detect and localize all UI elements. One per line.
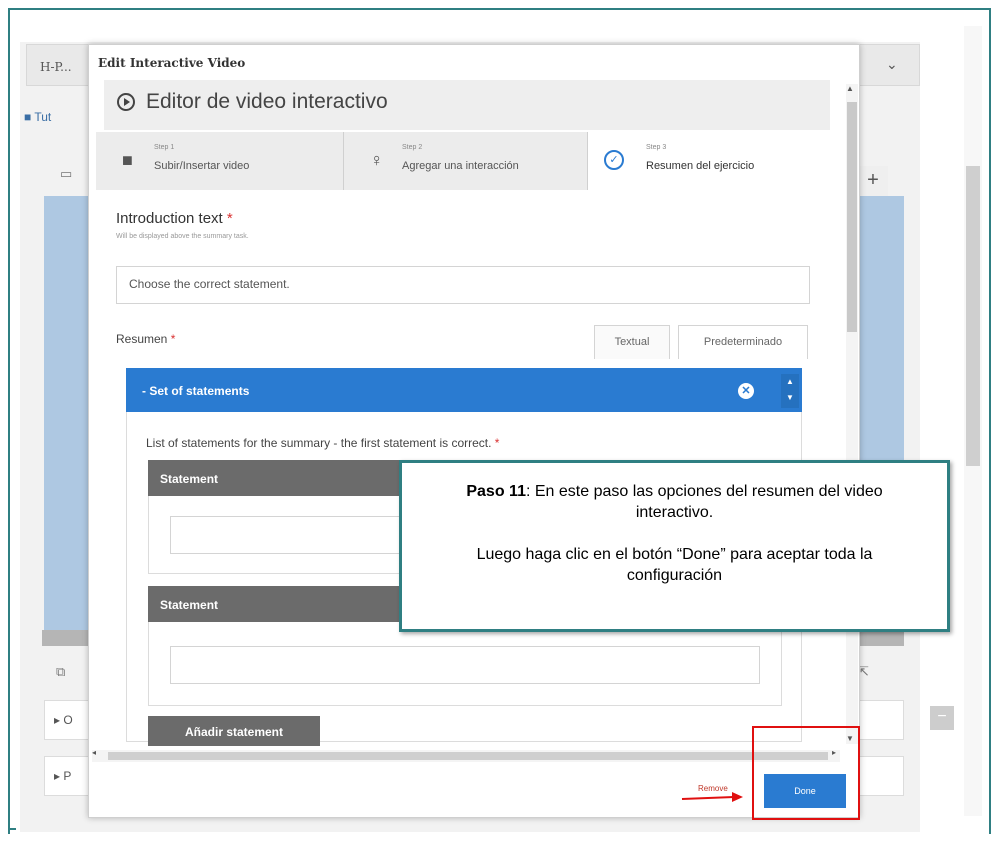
tab-step-interaction[interactable]: ♀ Step 2 Agregar una interacción bbox=[344, 132, 588, 190]
callout-line-2: Luego haga clic en el botón “Done” para … bbox=[476, 546, 873, 584]
required-mark: * bbox=[170, 332, 176, 346]
statement-label: Statement bbox=[160, 472, 219, 486]
scroll-up-icon[interactable]: ▲ bbox=[846, 84, 854, 93]
play-circle-icon bbox=[117, 93, 135, 111]
resumen-label-text: Resumen bbox=[116, 332, 168, 346]
statements-description: List of statements for the summary - the… bbox=[146, 436, 499, 450]
page-scrollbar-thumb[interactable] bbox=[966, 166, 980, 466]
remove-circle-icon[interactable]: ✕ bbox=[738, 383, 754, 399]
dialog-title: Edit Interactive Video bbox=[98, 56, 246, 70]
statements-description-text: List of statements for the summary - the… bbox=[146, 436, 492, 450]
instruction-callout: Paso 11: En este paso las opciones del r… bbox=[399, 460, 950, 632]
step-label: Subir/Insertar video bbox=[154, 160, 250, 172]
tab-textual[interactable]: Textual bbox=[594, 325, 670, 359]
callout-gap bbox=[432, 523, 917, 544]
callout-line-1: : En este paso las opciones del resumen … bbox=[525, 483, 883, 521]
set-of-statements-title[interactable]: - Set of statements bbox=[142, 384, 249, 398]
background-edit-icon: ▭ bbox=[60, 166, 73, 181]
arrow-right-icon bbox=[681, 792, 743, 802]
lightbulb-icon: ♀ bbox=[370, 150, 384, 170]
intro-text-input[interactable]: Choose the correct statement. bbox=[116, 266, 810, 304]
step-label: Resumen del ejercicio bbox=[646, 160, 755, 172]
intro-text-label: Introduction text * bbox=[116, 210, 233, 227]
step-number: Step 1 bbox=[154, 144, 175, 151]
background-row-text: O bbox=[63, 713, 73, 727]
tab-predeterminado[interactable]: Predeterminado bbox=[678, 325, 808, 359]
background-copy-icon: ⧉ bbox=[56, 664, 66, 679]
required-mark: * bbox=[226, 210, 233, 227]
callout-step-label: Paso 11 bbox=[466, 483, 526, 500]
step-label: Agregar una interacción bbox=[402, 160, 519, 172]
resumen-label: Resumen * bbox=[116, 332, 175, 346]
tab-step-upload[interactable]: ■ Step 1 Subir/Insertar video bbox=[96, 132, 344, 190]
add-icon[interactable]: + bbox=[858, 166, 888, 196]
background-row-text: P bbox=[63, 769, 72, 783]
frame-corner bbox=[8, 828, 16, 830]
set-of-statements-label: Set of statements bbox=[149, 384, 250, 398]
scroll-left-icon[interactable]: ◂ bbox=[92, 748, 96, 757]
step-number: Step 3 bbox=[646, 144, 667, 151]
reorder-arrows-icon[interactable]: ▲ ▼ bbox=[781, 374, 799, 408]
done-highlight-box bbox=[752, 726, 860, 820]
statement-label: Statement bbox=[160, 598, 219, 612]
dialog-horizontal-scrollbar-thumb[interactable] bbox=[108, 752, 828, 760]
video-camera-icon: ■ bbox=[122, 150, 133, 170]
step-tabs: ■ Step 1 Subir/Insertar video ♀ Step 2 A… bbox=[96, 132, 840, 190]
chevron-down-icon[interactable]: ⌄ bbox=[886, 56, 898, 73]
editor-title: Editor de video interactivo bbox=[146, 90, 388, 113]
add-statement-button[interactable]: Añadir statement bbox=[148, 716, 320, 746]
callout-paragraph-1: Paso 11: En este paso las opciones del r… bbox=[432, 481, 917, 523]
intro-text-help: Will be displayed above the summary task… bbox=[116, 233, 249, 240]
dialog-scrollbar-thumb[interactable] bbox=[847, 102, 857, 332]
collapse-icon: - bbox=[142, 384, 146, 398]
background-row-label: ▸ P bbox=[54, 769, 72, 783]
background-tut-link[interactable]: ■ Tut bbox=[24, 110, 51, 124]
tab-step-summary[interactable]: ✓ Step 3 Resumen del ejercicio bbox=[588, 132, 840, 190]
background-tut-label: Tut bbox=[34, 110, 52, 124]
background-row-label: ▸ O bbox=[54, 713, 73, 727]
statement-input[interactable] bbox=[170, 646, 760, 684]
check-circle-icon: ✓ bbox=[604, 150, 624, 170]
step-number: Step 2 bbox=[402, 144, 423, 151]
minus-icon[interactable]: − bbox=[930, 706, 954, 730]
intro-text-label-text: Introduction text bbox=[116, 210, 223, 227]
required-mark: * bbox=[494, 436, 500, 450]
background-tab[interactable]: H-P... bbox=[40, 60, 72, 74]
